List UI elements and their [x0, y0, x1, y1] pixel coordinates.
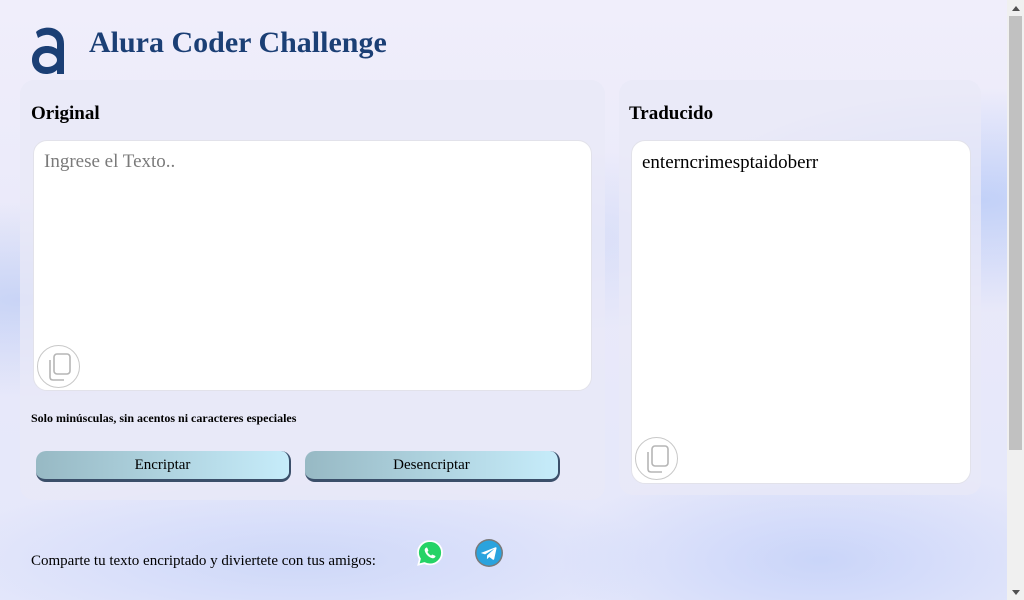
translated-title: Traducido — [629, 103, 714, 124]
original-textbox — [33, 140, 592, 391]
translated-output: enterncrimesptaidoberr — [642, 152, 819, 173]
encrypt-button[interactable]: Encriptar — [36, 451, 291, 482]
whatsapp-icon[interactable] — [415, 538, 445, 568]
alura-logo-icon — [32, 27, 64, 74]
page-scrollbar[interactable] — [1007, 0, 1024, 600]
decrypt-button[interactable]: Desencriptar — [305, 451, 560, 482]
copy-icon — [646, 444, 669, 473]
input-hint: Solo minúsculas, sin acentos ni caracter… — [31, 411, 297, 425]
copy-original-button[interactable] — [37, 345, 80, 388]
scroll-down-arrow[interactable] — [1007, 584, 1024, 600]
original-panel: Original — [20, 80, 605, 500]
translated-textbox: enterncrimesptaidoberr — [631, 140, 971, 484]
share-text: Comparte tu texto encriptado y diviertet… — [31, 553, 376, 569]
app-title: Alura Coder Challenge — [89, 26, 387, 59]
translated-panel: Traducido enterncrimesptaidoberr — [619, 80, 981, 495]
scroll-up-arrow[interactable] — [1007, 0, 1024, 16]
scroll-thumb[interactable] — [1009, 16, 1022, 450]
copy-translated-button[interactable] — [635, 437, 678, 480]
telegram-icon[interactable] — [474, 538, 504, 568]
copy-icon — [48, 352, 71, 381]
original-text-input[interactable] — [34, 141, 591, 390]
original-title: Original — [31, 103, 100, 124]
